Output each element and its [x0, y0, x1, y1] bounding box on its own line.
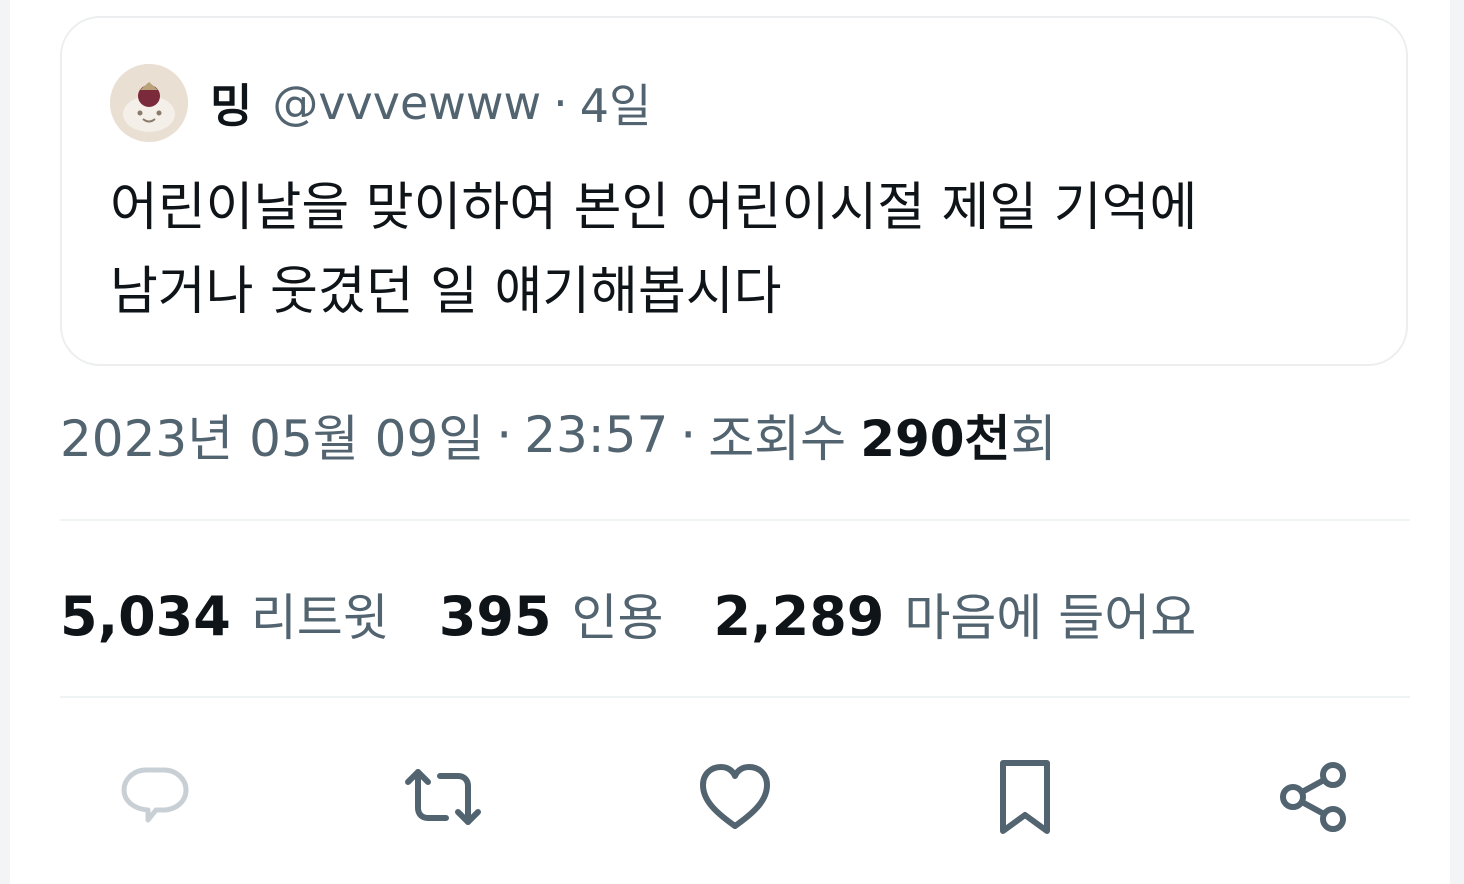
- views-suffix: 회: [1010, 410, 1057, 468]
- share-icon: [1280, 762, 1346, 832]
- meta-separator: ·: [496, 406, 513, 464]
- quotes-label: 인용: [571, 589, 664, 647]
- quotes-stat[interactable]: 395 인용: [439, 578, 664, 650]
- page-edge-left: [0, 0, 10, 884]
- quoted-tweet-card[interactable]: 밍 @vvvewww · 4일 어린이날을 맞이하여 본인 어린이시절 제일 기…: [60, 16, 1408, 366]
- quoted-tweet-header: 밍 @vvvewww · 4일: [210, 70, 651, 136]
- quoted-tweet-text: 어린이날을 맞이하여 본인 어린이시절 제일 기억에 남거나 웃겼던 일 얘기해…: [110, 178, 1198, 322]
- retweets-label: 리트윗: [250, 589, 389, 647]
- reply-button[interactable]: [110, 752, 200, 842]
- divider: [60, 519, 1410, 521]
- like-button[interactable]: [690, 752, 780, 842]
- likes-stat[interactable]: 2,289 마음에 들어요: [714, 578, 1197, 650]
- bookmark-icon: [1000, 760, 1050, 834]
- tweet-meta: 2023년 05월 09일 · 23:57 · 조회수 290천 회: [60, 400, 1057, 470]
- quotes-count: 395: [438, 585, 552, 648]
- heart-icon: [700, 764, 770, 829]
- tweet-time[interactable]: 23:57: [524, 406, 668, 464]
- retweet-icon: [405, 769, 481, 825]
- tweet-date[interactable]: 2023년 05월 09일: [60, 399, 484, 471]
- header-separator: ·: [553, 76, 568, 130]
- retweets-stat[interactable]: 5,034 리트윗: [60, 578, 389, 650]
- bookmark-button[interactable]: [980, 752, 1070, 842]
- share-button[interactable]: [1268, 752, 1358, 842]
- reply-icon: [121, 767, 189, 823]
- meta-separator: ·: [680, 406, 697, 464]
- retweets-count: 5,034: [60, 585, 231, 648]
- author-handle[interactable]: @vvvewww: [272, 76, 541, 130]
- views-count: 290천: [860, 410, 1011, 468]
- author-name[interactable]: 밍: [210, 70, 252, 136]
- likes-label: 마음에 들어요: [904, 589, 1197, 647]
- avatar[interactable]: [110, 64, 188, 142]
- engagement-stats: 5,034 리트윗 395 인용 2,289 마음에 들어요: [60, 578, 1246, 650]
- likes-count: 2,289: [713, 585, 885, 648]
- divider: [60, 696, 1410, 698]
- views-label: 조회수: [708, 410, 847, 468]
- avatar-image: [110, 64, 188, 142]
- page-edge-right: [1450, 0, 1464, 884]
- tweet-age[interactable]: 4일: [580, 70, 652, 136]
- retweet-button[interactable]: [398, 752, 488, 842]
